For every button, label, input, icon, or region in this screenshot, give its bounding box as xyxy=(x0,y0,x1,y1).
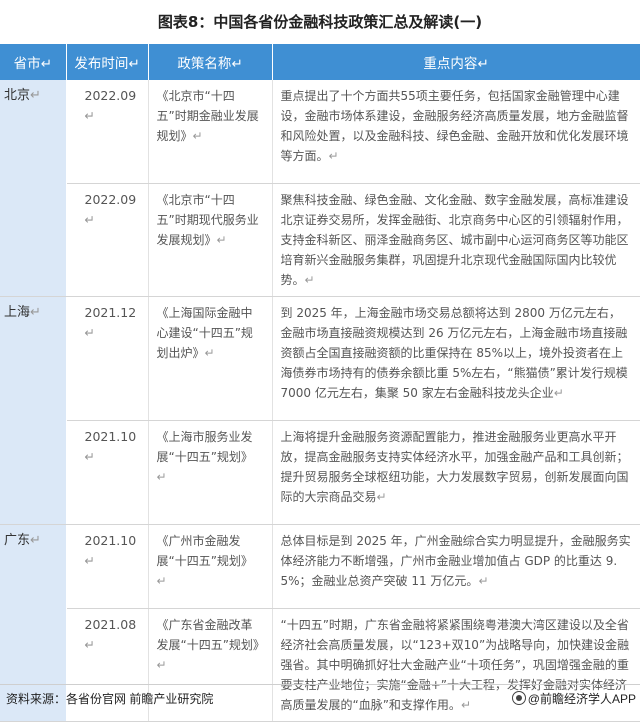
date-cell: 2021.12↵ xyxy=(66,296,149,421)
date-cell: 2021.10↵ xyxy=(66,420,149,525)
policy-cell: 《上海国际金融中心建设“十四五”规划出炉》↵ xyxy=(148,296,273,421)
table-header-row: 省市↵ 发布时间↵ 政策名称↵ 重点内容↵ xyxy=(0,44,640,80)
policy-cell: 《广州市金融发展“十四五”规划》↵ xyxy=(148,524,273,609)
table-row: 北京↵ 2022.09↵ 《北京市“十四五”时期金融业发展规划》↵ 重点提出了十… xyxy=(0,80,640,297)
content-cell: 到 2025 年，上海金融市场交易总额将达到 2800 万亿元左右，金融市场直接… xyxy=(272,296,640,421)
content-cell: 总体目标是到 2025 年，广州金融综合实力明显提升，金融服务实体经济能力不断增… xyxy=(272,524,640,609)
content-cell: 重点提出了十个方面共55项主要任务，包括国家金融管理中心建设，金融市场体系建设，… xyxy=(272,80,640,184)
policy-cell: 《北京市“十四五”时期现代服务业发展规划》↵ xyxy=(148,183,273,297)
policy-table: 省市↵ 发布时间↵ 政策名称↵ 重点内容↵ 北京↵ 2022.09↵ 《北京市“… xyxy=(0,44,640,722)
policy-cell: 《上海市服务业发展“十四五”规划》↵ xyxy=(148,420,273,525)
content-cell: 聚焦科技金融、绿色金融、文化金融、数字金融发展，高标准建设北京证券交易所，发挥金… xyxy=(272,183,640,297)
date-cell: 2022.09↵ xyxy=(66,80,149,184)
header-date: 发布时间↵ xyxy=(66,44,149,80)
table-row: 2022.09↵ 《北京市“十四五”时期现代服务业发展规划》↵ 聚焦科技金融、绿… xyxy=(0,183,640,297)
source-note: 资料来源：各省份官网 前瞻产业研究院 xyxy=(6,692,214,706)
content-cell: 上海将提升金融服务资源配置能力，推进金融服务业更高水平开放，提高金融服务支持实体… xyxy=(272,420,640,525)
page-title: 图表8：中国各省份金融科技政策汇总及解读(一) xyxy=(157,13,483,31)
date-cell: 2022.09↵ xyxy=(66,183,149,297)
header-policy: 政策名称↵ xyxy=(148,44,273,80)
table-row: 2021.10↵ 《上海市服务业发展“十四五”规划》↵ 上海将提升金融服务资源配… xyxy=(0,420,640,525)
province-cell: 北京↵ xyxy=(0,80,67,297)
brand-label: @前瞻经济学人APP xyxy=(511,690,636,707)
footer: 资料来源：各省份官网 前瞻产业研究院 @前瞻经济学人APP xyxy=(0,684,640,711)
policy-cell: 《北京市“十四五”时期金融业发展规划》↵ xyxy=(148,80,273,184)
header-content: 重点内容↵ xyxy=(272,44,640,80)
table-row: 上海↵ 2021.12↵ 《上海国际金融中心建设“十四五”规划出炉》↵ 到 20… xyxy=(0,296,640,525)
brand-logo-icon xyxy=(511,691,526,705)
province-cell: 上海↵ xyxy=(0,296,67,525)
date-cell: 2021.10↵ xyxy=(66,524,149,609)
table-row: 广东↵ 2021.10↵ 《广州市金融发展“十四五”规划》↵ 总体目标是到 20… xyxy=(0,524,640,722)
header-province: 省市↵ xyxy=(0,44,67,80)
